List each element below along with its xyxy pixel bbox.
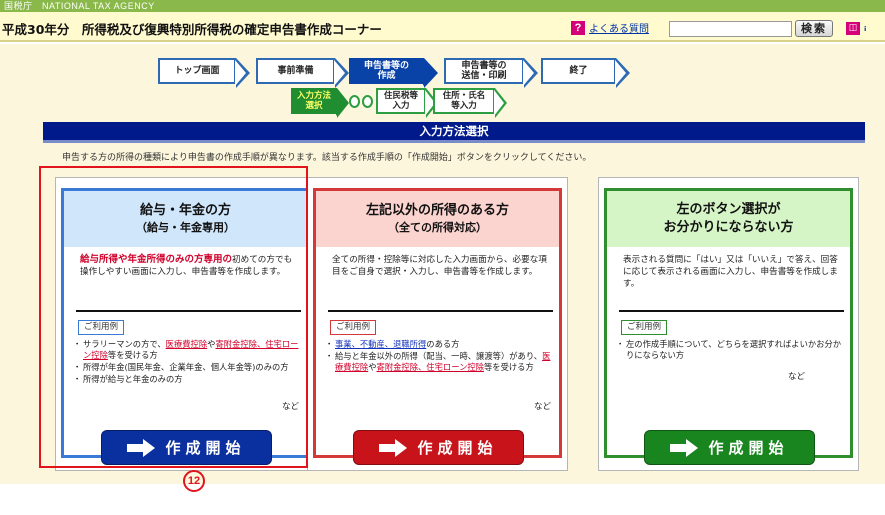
usage-example-list: 左の作成手順について、どちらを選択すればよいかお分かりにならない方 [616, 339, 847, 362]
start-button[interactable]: 作成開始 [353, 430, 524, 465]
card-description-text: 全ての所得・控除等に対応した入力画面から、必要な項目をご自身で選択・入力し、申告… [332, 255, 547, 277]
card-frame: 左記以外の所得のある方 （全ての所得対応） 全ての所得・控除等に対応した入力画面から… [313, 188, 562, 465]
usage-highlight-link[interactable]: 寄附金控除、住宅ローン控除 [377, 362, 484, 372]
step-label: 申告書等の 送信・印刷 [461, 61, 507, 81]
usage-example-item: 事業、不動産、退職所得のある方 [325, 339, 556, 350]
card-description: 表示される質問に「はい」又は「いいえ」で答え、回答に応じて表示される画面に入力し… [623, 254, 843, 290]
usage-highlight-link[interactable]: 事業、不動産、退職所得 [335, 339, 426, 349]
progress-dot-icon [349, 95, 360, 108]
annotation-number: 12 [183, 470, 205, 492]
usage-text: 等を受ける方 [483, 362, 534, 372]
faq-link[interactable]: ? よくある質問 [571, 20, 649, 35]
card-header: 左記以外の所得のある方 （全ての所得対応） [316, 191, 559, 247]
step-arrow-fill [235, 60, 246, 86]
card-description-text: 表示される質問に「はい」又は「いいえ」で答え、回答に応じて表示される画面に入力し… [623, 255, 838, 289]
usage-example-item: 給与と年金以外の所得（配当、一時、譲渡等）があり、医療費控除や寄附金控除、住宅ロ… [325, 351, 556, 373]
usage-etc-note: など [788, 372, 806, 382]
method-card-3: 左のボタン選択が お分かりにならない方表示される質問に「はい」又は「いいえ」で答え… [598, 177, 859, 471]
question-icon: ? [571, 20, 585, 35]
method-card-2: 左記以外の所得のある方 （全ての所得対応） 全ての所得・控除等に対応した入力画面から… [307, 177, 568, 471]
step-label: 事前準備 [277, 66, 314, 76]
card-divider [328, 310, 553, 312]
usage-text: 給与と年金以外の所得（配当、一時、譲渡等）があり、 [335, 351, 543, 361]
card-title: 左のボタン選択が [676, 202, 781, 217]
substep-3: 住所・氏名 等入力 [433, 88, 507, 118]
step-5: 終了 [541, 58, 630, 88]
usage-example-label: ご利用例 [621, 320, 668, 335]
card-title: 左記以外の所得のある方 [365, 203, 509, 218]
right-arrow-icon [670, 438, 700, 457]
substep-arrow-fill [336, 90, 346, 116]
start-button-label: 作成開始 [708, 439, 789, 457]
card-frame: 左のボタン選択が お分かりにならない方表示される質問に「はい」又は「いいえ」で答え… [604, 188, 853, 465]
header-tail-text: ᵢ [864, 21, 867, 34]
usage-text: や [368, 362, 377, 372]
step-1: トップ画面 [158, 58, 250, 88]
search-button[interactable]: 検索 [795, 20, 833, 37]
substep-2: 住民税等 入力 [376, 88, 438, 118]
substep-1: 入力方法 選択 [291, 88, 349, 118]
usage-example-label: ご利用例 [330, 320, 377, 335]
substep-label: 入力方法 選択 [296, 91, 331, 111]
start-button[interactable]: 作成開始 [644, 430, 815, 465]
step-2: 事前準備 [256, 58, 349, 88]
step-arrow-fill [523, 60, 534, 86]
step-4: 申告書等の 送信・印刷 [444, 58, 538, 88]
step-3: 申告書等の 作成 [349, 58, 438, 88]
start-button-label: 作成開始 [417, 439, 498, 457]
step-arrow-fill [423, 60, 434, 86]
step-arrow-fill [334, 60, 345, 86]
title-bar: 平成30年分 所得税及び復興特別所得税の確定申告書作成コーナー ? よくある質問… [0, 12, 885, 42]
card-subtitle: お分かりにならない方 [663, 220, 794, 235]
step-label: トップ画面 [174, 66, 220, 76]
book-icon[interactable]: ◫ [846, 22, 860, 35]
section-underline [43, 140, 865, 143]
annotation-highlight-box [39, 166, 308, 468]
substep-label: 住民税等 入力 [383, 91, 418, 111]
usage-text: 左の作成手順について、どちらを選択すればよいかお分かりにならない方 [626, 339, 842, 360]
page-title: 平成30年分 所得税及び復興特別所得税の確定申告書作成コーナー [2, 22, 382, 37]
usage-etc-note: など [534, 402, 552, 412]
right-arrow-icon [379, 438, 409, 457]
substep-label: 住所・氏名 等入力 [442, 91, 486, 111]
card-divider [619, 310, 844, 312]
usage-example-list: 事業、不動産、退職所得のある方給与と年金以外の所得（配当、一時、譲渡等）があり、… [325, 339, 556, 374]
card-description: 全ての所得・控除等に対応した入力画面から、必要な項目をご自身で選択・入力し、申告… [332, 254, 552, 278]
usage-example-item: 左の作成手順について、どちらを選択すればよいかお分かりにならない方 [616, 339, 847, 361]
search-input[interactable] [669, 21, 792, 37]
step-label: 申告書等の 作成 [363, 61, 409, 81]
step-arrow-fill [615, 60, 626, 86]
step-label: 終了 [569, 66, 588, 76]
agency-name: 国税庁 NATIONAL TAX AGENCY [4, 1, 155, 11]
card-header: 左のボタン選択が お分かりにならない方 [607, 191, 850, 247]
faq-link-label[interactable]: よくある質問 [589, 20, 649, 35]
instruction-text: 申告する方の所得の種類により申告書の作成手順が異なります。該当する作成手順の「作… [62, 153, 592, 163]
usage-text: のある方 [426, 339, 460, 349]
section-title: 入力方法選択 [43, 122, 865, 140]
card-subtitle: （全ての所得対応） [388, 221, 487, 234]
agency-bar: 国税庁 NATIONAL TAX AGENCY [0, 0, 885, 12]
progress-dot-icon [362, 95, 373, 108]
substep-arrow-fill [494, 90, 504, 116]
